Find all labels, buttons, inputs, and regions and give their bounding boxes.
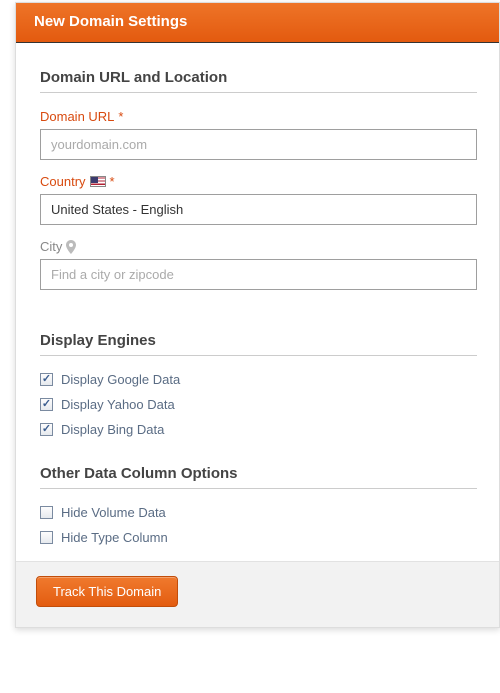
country-label-text: Country — [40, 174, 86, 189]
checkbox-yahoo[interactable] — [40, 398, 53, 411]
checkbox-label[interactable]: Hide Volume Data — [61, 505, 166, 520]
flag-us-icon — [90, 176, 106, 187]
checkbox-bing[interactable] — [40, 423, 53, 436]
panel-content: Domain URL and Location Domain URL * Coun… — [16, 43, 499, 561]
section-engines-title: Display Engines — [40, 332, 477, 356]
checkbox-label[interactable]: Display Yahoo Data — [61, 397, 175, 412]
engine-row: Display Yahoo Data — [40, 397, 477, 412]
panel-footer: Track This Domain — [16, 561, 499, 627]
checkbox-hide-volume[interactable] — [40, 506, 53, 519]
checkbox-hide-type[interactable] — [40, 531, 53, 544]
city-label: City — [40, 239, 477, 254]
checkbox-google[interactable] — [40, 373, 53, 386]
city-input[interactable] — [40, 259, 477, 290]
checkbox-label[interactable]: Display Google Data — [61, 372, 180, 387]
required-mark: * — [118, 109, 123, 124]
column-row: Hide Type Column — [40, 530, 477, 545]
engine-row: Display Bing Data — [40, 422, 477, 437]
settings-panel: New Domain Settings Domain URL and Locat… — [15, 2, 500, 628]
checkbox-label[interactable]: Display Bing Data — [61, 422, 164, 437]
panel-title: New Domain Settings — [34, 13, 187, 30]
domain-url-label: Domain URL * — [40, 109, 477, 124]
checkbox-label[interactable]: Hide Type Column — [61, 530, 168, 545]
domain-url-label-text: Domain URL — [40, 109, 114, 124]
engine-row: Display Google Data — [40, 372, 477, 387]
section-columns-title: Other Data Column Options — [40, 465, 477, 489]
required-mark: * — [110, 174, 115, 189]
city-label-text: City — [40, 239, 62, 254]
map-pin-icon — [66, 240, 76, 254]
section-url-location-title: Domain URL and Location — [40, 69, 477, 93]
country-input[interactable] — [40, 194, 477, 225]
column-row: Hide Volume Data — [40, 505, 477, 520]
panel-header: New Domain Settings — [16, 3, 499, 43]
domain-url-input[interactable] — [40, 129, 477, 160]
country-label: Country * — [40, 174, 477, 189]
track-domain-button[interactable]: Track This Domain — [36, 576, 178, 607]
